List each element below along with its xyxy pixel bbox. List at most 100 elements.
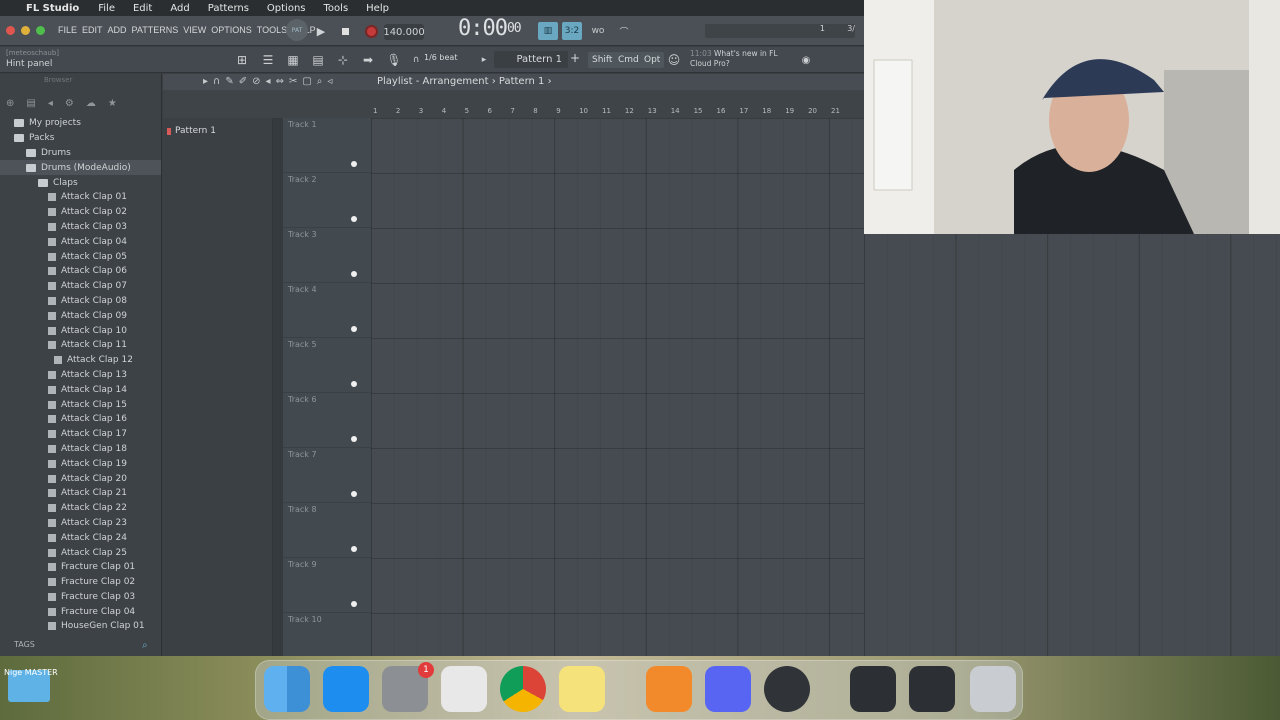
track-header[interactable]: Track 1	[283, 118, 371, 173]
trash-icon[interactable]	[970, 666, 1016, 712]
menu-patterns[interactable]: Patterns	[199, 3, 258, 14]
browser-sample-item[interactable]: Attack Clap 13	[0, 368, 161, 383]
mute-tool-icon[interactable]: ◂	[266, 76, 271, 87]
play-button[interactable]: ▶	[313, 21, 329, 41]
slice-tool-icon[interactable]: ✂	[289, 76, 297, 87]
account-icon[interactable]: ◉	[796, 51, 816, 69]
browser-sample-item[interactable]: Attack Clap 07	[0, 279, 161, 294]
menu-tools[interactable]: Tools	[315, 3, 358, 14]
browser-sample-item[interactable]: Attack Clap 12	[0, 353, 161, 368]
track-enable-led[interactable]	[351, 216, 357, 222]
browser-back-icon[interactable]: ◂	[48, 98, 53, 109]
pattern-selector[interactable]: Pattern 1	[494, 51, 568, 68]
track-enable-led[interactable]	[351, 161, 357, 167]
delete-tool-icon[interactable]: ⊘	[252, 76, 260, 87]
recent-window-2-icon[interactable]	[909, 666, 955, 712]
pattern-item[interactable]: Pattern 1	[167, 126, 216, 136]
arrangement-grid-extension[interactable]	[864, 234, 1280, 656]
minimize-window-button[interactable]	[21, 26, 30, 35]
pat-song-toggle[interactable]: PAT	[286, 19, 308, 41]
track-enable-led[interactable]	[351, 491, 357, 497]
browser-folder-item[interactable]: Packs	[0, 131, 161, 146]
track-enable-led[interactable]	[351, 381, 357, 387]
snap-selector[interactable]: 1/6 beat	[424, 53, 457, 62]
track-header[interactable]: Track 4	[283, 283, 371, 338]
headphones-icon[interactable]: ∩	[213, 76, 220, 87]
browser-sample-item[interactable]: Fracture Clap 03	[0, 590, 161, 605]
fl-menu-file[interactable]: FILE	[58, 25, 77, 35]
fl-menu-view[interactable]: VIEW	[183, 25, 206, 35]
microphone-icon[interactable]: 🎙	[384, 51, 404, 69]
browser-sample-item[interactable]: HouseGen Clap 01	[0, 619, 161, 634]
browser-file-icon[interactable]: ▤	[26, 98, 35, 109]
app-menu[interactable]: FL Studio	[22, 3, 89, 14]
finder-icon[interactable]	[264, 666, 310, 712]
draw-tool-icon[interactable]: ✎	[225, 76, 233, 87]
zoom-window-button[interactable]	[36, 26, 45, 35]
browser-sample-item[interactable]: Attack Clap 05	[0, 249, 161, 264]
menu-options[interactable]: Options	[258, 3, 315, 14]
browser-sample-item[interactable]: Fracture Clap 04	[0, 604, 161, 619]
fl-menu-patterns[interactable]: PATTERNS	[132, 25, 179, 35]
browser-sample-item[interactable]: Attack Clap 22	[0, 501, 161, 516]
playlist-play-icon[interactable]: ▸	[203, 76, 208, 87]
browser-sample-item[interactable]: Fracture Clap 01	[0, 560, 161, 575]
chrome-icon[interactable]	[500, 666, 546, 712]
channel-rack-icon[interactable]: ☰	[258, 51, 278, 69]
metronome-toggle[interactable]: ▥	[538, 22, 558, 40]
browser-sample-item[interactable]: Attack Clap 21	[0, 486, 161, 501]
track-header[interactable]: Track 6	[283, 393, 371, 448]
browser-sample-item[interactable]: Attack Clap 18	[0, 442, 161, 457]
track-enable-led[interactable]	[351, 436, 357, 442]
record-button[interactable]	[362, 21, 380, 41]
browser-folder-item[interactable]: Drums	[0, 146, 161, 161]
playlist-crumb[interactable]: Pattern 1	[499, 76, 545, 87]
browser-folder-item[interactable]: My projects	[0, 116, 161, 131]
loop-record-toggle[interactable]: ⌒	[614, 22, 634, 40]
tags-label[interactable]: TAGS	[14, 640, 35, 649]
browser-sample-item[interactable]: Attack Clap 10	[0, 323, 161, 338]
menu-help[interactable]: Help	[357, 3, 398, 14]
menu-edit[interactable]: Edit	[124, 3, 161, 14]
discord-icon[interactable]	[705, 666, 751, 712]
cmd-modifier[interactable]: Cmd	[614, 52, 643, 68]
fl-studio-icon[interactable]	[646, 666, 692, 712]
pattern-prev-icon[interactable]: ▸	[474, 51, 494, 69]
track-enable-led[interactable]	[351, 546, 357, 552]
browser-all-icon[interactable]: ⊕	[6, 98, 14, 109]
browser-sample-item[interactable]: Attack Clap 11	[0, 338, 161, 353]
browser-sample-item[interactable]: Attack Clap 08	[0, 294, 161, 309]
browser-favorite-icon[interactable]: ★	[108, 98, 117, 109]
recent-window-icon[interactable]	[850, 666, 896, 712]
browser-sample-item[interactable]: Attack Clap 16	[0, 412, 161, 427]
stop-button[interactable]	[338, 21, 352, 41]
select-tool-icon[interactable]: ▢	[302, 76, 311, 87]
track-enable-led[interactable]	[351, 326, 357, 332]
browser-sample-item[interactable]: Attack Clap 15	[0, 397, 161, 412]
notes-icon[interactable]	[559, 666, 605, 712]
fl-menu-add[interactable]: ADD	[108, 25, 127, 35]
browser-toggle-icon[interactable]: ➡	[358, 51, 378, 69]
browser-folder-item[interactable]: Claps	[0, 175, 161, 190]
browser-sample-item[interactable]: Attack Clap 20	[0, 471, 161, 486]
browser-sample-item[interactable]: Attack Clap 17	[0, 427, 161, 442]
arrangement-grid[interactable]	[371, 118, 864, 656]
track-header[interactable]: Track 5	[283, 338, 371, 393]
piano-roll-icon[interactable]: ▦	[283, 51, 303, 69]
news-panel[interactable]: 11:03 What's new in FL Cloud Pro?	[690, 49, 778, 69]
shift-modifier[interactable]: Shift	[588, 52, 617, 68]
browser-sample-item[interactable]: Attack Clap 09	[0, 308, 161, 323]
track-header[interactable]: Track 3	[283, 228, 371, 283]
browser-cloud-icon[interactable]: ☁	[86, 98, 96, 109]
tempo-display[interactable]: 140.000	[383, 24, 425, 40]
timeline-ruler[interactable]: 1 2 3 4 5 6 7 8 9 10 11 12 13 14 15 16 17 18 19 20 21	[371, 104, 864, 118]
close-window-button[interactable]	[6, 26, 15, 35]
search-icon[interactable]: ⌕	[142, 640, 148, 651]
speaker-icon[interactable]: ◃	[327, 76, 332, 87]
browser-sample-item[interactable]: Attack Clap 14	[0, 382, 161, 397]
slip-tool-icon[interactable]: ⇔	[276, 76, 284, 87]
add-pattern-button[interactable]: +	[570, 51, 580, 65]
plugin-icon[interactable]: ⊹	[333, 51, 353, 69]
opt-modifier[interactable]: Opt	[640, 52, 665, 68]
fl-menu-options[interactable]: OPTIONS	[211, 25, 252, 35]
